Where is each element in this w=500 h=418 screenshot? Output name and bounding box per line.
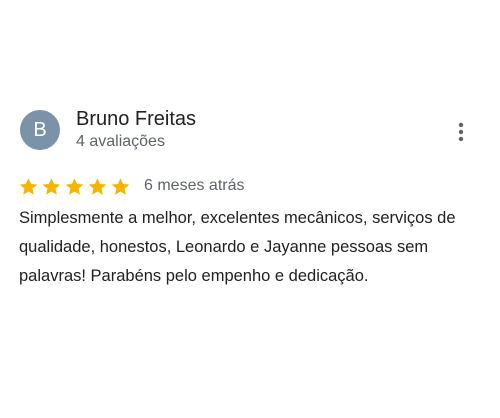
star-icon xyxy=(42,177,61,195)
star-icon xyxy=(111,177,130,195)
rating-row: 6 meses atrás xyxy=(18,175,244,197)
more-vert-icon xyxy=(458,122,464,142)
star-icon xyxy=(19,177,38,195)
review-count[interactable]: 4 avaliações xyxy=(76,133,165,151)
review-date: 6 meses atrás xyxy=(144,177,245,194)
more-options-button[interactable] xyxy=(450,120,472,144)
reviewer-name[interactable]: Bruno Freitas xyxy=(76,108,196,131)
star-rating xyxy=(18,176,131,197)
avatar[interactable]: B xyxy=(20,110,60,150)
star-icon xyxy=(88,177,107,195)
star-icon xyxy=(65,177,84,195)
review-card: B Bruno Freitas 4 avaliações 6 meses atr… xyxy=(0,0,500,418)
review-text: Simplesmente a melhor, excelentes mecâni… xyxy=(19,209,456,285)
